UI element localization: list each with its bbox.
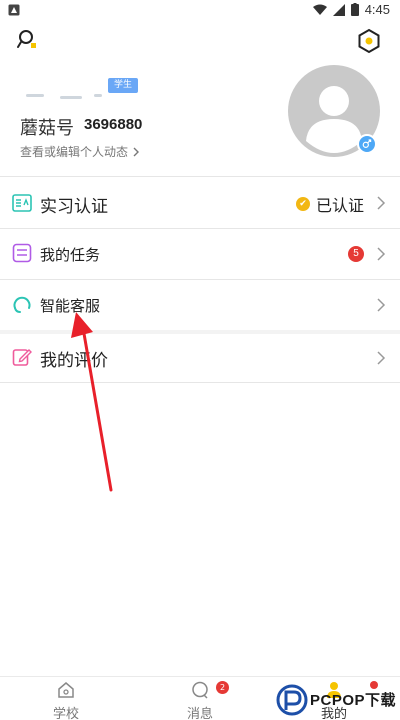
verified-status: ✔ 已认证 <box>295 192 364 216</box>
chevron-right-icon <box>377 351 386 365</box>
divider <box>0 382 400 383</box>
school-home-icon <box>58 682 74 698</box>
chevron-right-icon <box>377 247 386 261</box>
menu-label-internship: 实习认证 <box>40 197 108 217</box>
settings-icon[interactable] <box>356 28 382 54</box>
wifi-icon <box>312 4 327 15</box>
signal-icon <box>332 3 345 16</box>
menu-item-tasks[interactable]: 我的任务 5 <box>0 229 400 279</box>
male-gender-icon <box>357 134 377 154</box>
status-bar: 4:45 <box>0 0 400 22</box>
certificate-icon <box>12 194 32 212</box>
chevron-right-icon <box>133 147 139 157</box>
chevron-right-icon <box>377 196 386 210</box>
menu-label-customer-service: 智能客服 <box>40 297 101 315</box>
task-list-icon <box>12 243 32 263</box>
nav-label-school: 学校 <box>52 707 79 720</box>
verified-check-icon: ✔ <box>295 197 310 211</box>
notification-icon <box>8 4 20 16</box>
task-count-badge: 5 <box>348 246 364 262</box>
watermark-text: PCPOP下载 <box>310 692 397 709</box>
customer-service-icon <box>13 296 31 313</box>
menu-item-customer-service[interactable]: 智能客服 <box>0 280 400 330</box>
nav-tab-school[interactable]: 学校 <box>26 677 106 720</box>
status-time: 4:45 <box>364 2 390 17</box>
verified-label: 已认证 <box>315 196 364 215</box>
edit-profile-label: 查看或编辑个人动态 <box>20 145 129 159</box>
edit-profile-link[interactable]: 查看或编辑个人动态 <box>20 143 140 160</box>
chevron-right-icon <box>377 298 386 312</box>
menu-item-internship[interactable]: 实习认证 ✔ 已认证 <box>0 178 400 228</box>
search-user-icon[interactable] <box>16 28 42 54</box>
mushroom-id-number: 3696880 <box>84 116 143 133</box>
divider <box>0 176 400 177</box>
battery-icon <box>350 3 359 16</box>
nav-label-messages: 消息 <box>186 707 213 720</box>
menu-item-evaluation[interactable]: 我的评价 <box>0 334 400 384</box>
menu-label-evaluation: 我的评价 <box>40 351 108 371</box>
nav-tab-messages[interactable]: 2 消息 <box>160 677 240 720</box>
student-badge: 学生 <box>108 78 138 93</box>
menu-label-tasks: 我的任务 <box>40 246 101 264</box>
message-bubble-icon <box>192 681 208 699</box>
edit-review-icon <box>12 349 32 366</box>
messages-badge: 2 <box>216 681 229 694</box>
username-blurred <box>22 90 104 104</box>
mushroom-id-label: 蘑菇号 <box>20 118 74 139</box>
